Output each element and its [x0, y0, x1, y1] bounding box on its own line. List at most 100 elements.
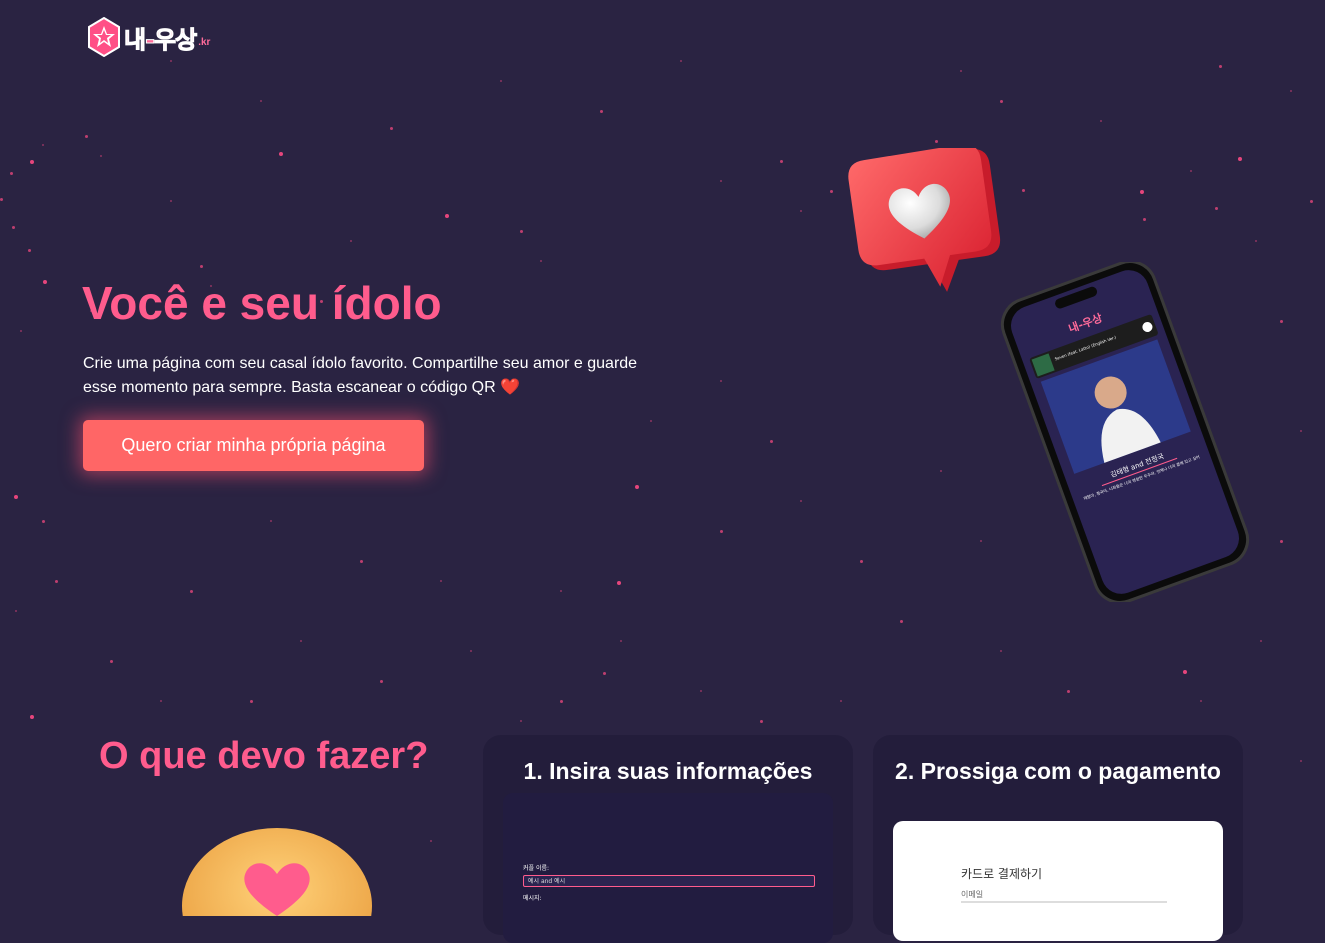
star-dot — [380, 680, 383, 683]
phone-mockup: 내-우상 Seven (feat. Latto) (English Ver.) … — [1000, 262, 1250, 602]
star-dot — [1190, 170, 1192, 172]
pay-title: 카드로 결제하기 — [961, 867, 1043, 881]
star-dot — [800, 500, 802, 502]
star-dot — [617, 581, 621, 585]
star-dot — [720, 180, 722, 182]
star-dot — [1000, 100, 1003, 103]
star-dot — [1310, 200, 1313, 203]
site-logo[interactable]: 내-우상 .kr — [86, 16, 210, 58]
star-dot — [30, 160, 34, 164]
star-dot — [20, 330, 22, 332]
hero-description: Crie uma página com seu casal ídolo favo… — [83, 352, 663, 400]
star-dot — [960, 70, 962, 72]
star-dot — [270, 520, 272, 522]
star-dot — [635, 485, 639, 489]
star-dot — [1290, 90, 1292, 92]
star-dot — [720, 380, 722, 382]
logo-text: 내-우상 — [123, 25, 197, 54]
star-dot — [300, 640, 302, 642]
pay-email-line — [961, 901, 1167, 903]
star-dot — [1215, 207, 1218, 210]
star-dot — [980, 540, 982, 542]
star-dot — [1200, 700, 1202, 702]
star-dot — [1000, 650, 1002, 652]
couple-name-label: 커플 이름: — [523, 865, 550, 872]
star-dot — [560, 590, 562, 592]
star-dot — [1140, 190, 1144, 194]
star-dot — [760, 720, 763, 723]
star-dot — [1300, 760, 1302, 762]
star-dot — [14, 495, 18, 499]
star-dot — [935, 140, 938, 143]
star-dot — [1255, 240, 1257, 242]
star-dot — [15, 610, 17, 612]
star-dot — [360, 560, 363, 563]
cookie-heart-icon — [182, 828, 372, 916]
star-dot — [170, 200, 172, 202]
star-dot — [1280, 540, 1283, 543]
star-dot — [840, 700, 842, 702]
star-dot — [160, 700, 162, 702]
star-dot — [470, 650, 472, 652]
star-dot — [1143, 218, 1146, 221]
star-dot — [440, 580, 442, 582]
star-dot — [350, 240, 352, 242]
star-dot — [250, 700, 253, 703]
star-dot — [1022, 189, 1025, 192]
star-dot — [830, 190, 833, 193]
star-dot — [650, 420, 652, 422]
star-dot — [1100, 120, 1102, 122]
star-dot — [430, 840, 432, 842]
star-dot — [10, 172, 13, 175]
star-dot — [1067, 690, 1070, 693]
star-dot — [560, 700, 563, 703]
star-dot — [30, 715, 34, 719]
heart-emoji-icon: ❤️ — [500, 379, 521, 396]
logo-suffix: .kr — [198, 36, 211, 48]
star-dot — [170, 60, 172, 62]
form-preview: 커플 이름: 예시 and 예시 메시지: — [503, 793, 833, 943]
star-dot — [770, 440, 773, 443]
star-dot — [620, 640, 622, 642]
heart-bubble-icon — [848, 148, 1001, 292]
star-dot — [540, 260, 542, 262]
create-page-button[interactable]: Quero criar minha própria página — [83, 420, 424, 471]
star-dot — [42, 144, 44, 146]
star-dot — [110, 660, 113, 663]
star-dot — [600, 110, 603, 113]
star-dot — [190, 590, 193, 593]
hero-title: Você e seu ídolo — [82, 277, 442, 329]
star-dot — [85, 135, 88, 138]
star-dot — [1183, 670, 1187, 674]
star-dot — [520, 230, 523, 233]
star-dot — [520, 720, 522, 722]
star-dot — [260, 100, 262, 102]
star-dot — [1260, 640, 1262, 642]
star-dot — [800, 210, 802, 212]
star-dot — [445, 214, 449, 218]
star-dot — [1280, 320, 1283, 323]
step-2-title: 2. Prossiga com o pagamento — [895, 758, 1221, 784]
star-dot — [900, 620, 903, 623]
star-dot — [390, 127, 393, 130]
star-dot — [279, 152, 283, 156]
pay-email-label: 이메일 — [961, 890, 984, 899]
star-dot — [700, 690, 702, 692]
step-1-title: 1. Insira suas informações — [523, 758, 813, 784]
star-dot — [100, 155, 102, 157]
payment-preview: 카드로 결제하기 이메일 — [893, 821, 1223, 941]
star-dot — [1300, 430, 1302, 432]
star-dot — [43, 280, 47, 284]
star-dot — [55, 580, 58, 583]
message-label: 메시지: — [523, 895, 542, 902]
hero-description-text: Crie uma página com seu casal ídolo favo… — [83, 355, 638, 396]
star-dot — [28, 249, 31, 252]
star-dot — [12, 226, 15, 229]
step-card-payment: 2. Prossiga com o pagamento 카드로 결제하기 이메일 — [873, 735, 1243, 941]
star-dot — [200, 265, 203, 268]
star-dot — [500, 80, 502, 82]
star-dot — [860, 560, 863, 563]
star-dot — [603, 672, 606, 675]
star-dot — [720, 530, 723, 533]
how-title: O que devo fazer? — [99, 735, 429, 777]
